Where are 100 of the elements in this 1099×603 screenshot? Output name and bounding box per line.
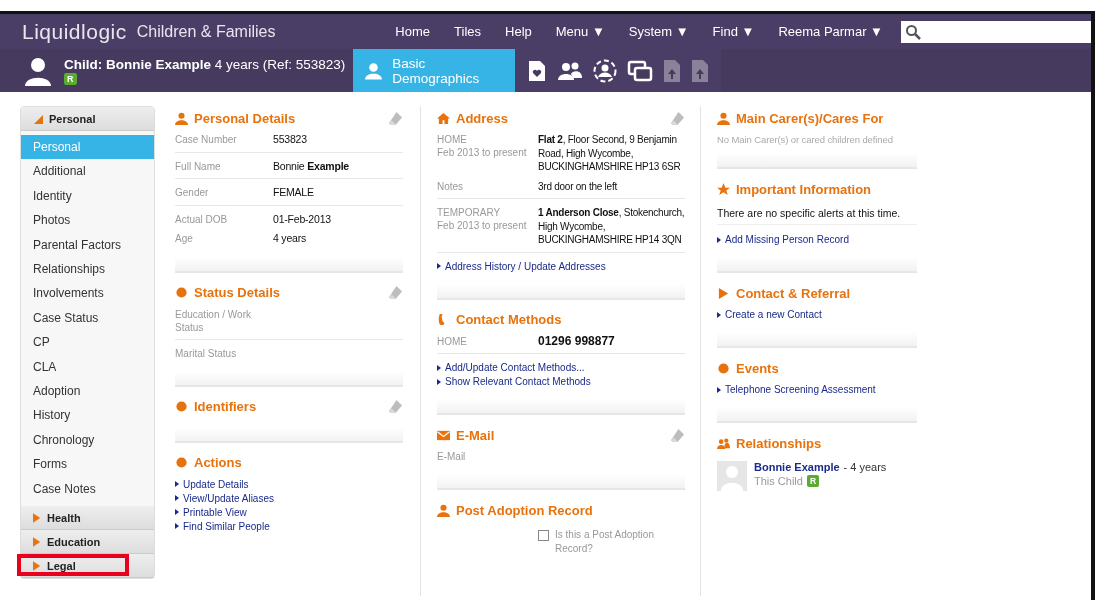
action-link[interactable]: Show Relevant Contact Methods xyxy=(437,376,685,387)
date-range: Feb 2013 to present xyxy=(437,146,528,159)
field-label: Case Number xyxy=(175,133,238,146)
field-label: Notes xyxy=(437,179,465,193)
sidebar-item[interactable]: Parental Factors xyxy=(21,232,154,258)
person-link[interactable]: Bonnie Example xyxy=(754,461,840,473)
action-link[interactable]: Add/Update Contact Methods... xyxy=(437,362,685,373)
alert-message: There are no specific alerts at this time. xyxy=(717,207,917,225)
section-title: Relationships xyxy=(736,435,822,451)
eraser-icon[interactable] xyxy=(670,427,685,443)
nav-link[interactable]: Home xyxy=(383,24,443,39)
date-range: Feb 2013 to present xyxy=(437,219,528,232)
field-label: Age xyxy=(175,232,194,245)
search-icon xyxy=(905,23,921,40)
action-link[interactable]: Printable View xyxy=(175,506,403,518)
envelope-icon xyxy=(437,428,450,442)
nav-link[interactable]: Find ▼ xyxy=(700,24,767,39)
nav-link[interactable]: Help xyxy=(493,24,544,39)
action-link[interactable]: Update Details xyxy=(175,478,403,490)
sidebar-item[interactable]: Forms xyxy=(21,452,154,477)
circle-icon xyxy=(175,286,188,299)
field-label: E-Mail xyxy=(437,450,467,463)
logo: Liquidlogic xyxy=(22,19,127,44)
people-icon[interactable] xyxy=(557,60,584,81)
section-title: Status Details xyxy=(194,285,280,300)
action-link[interactable]: Find Similar People xyxy=(175,520,403,532)
person-icon xyxy=(24,55,52,86)
sidebar-group-header[interactable]: Legal xyxy=(47,559,76,572)
sidebar-item[interactable]: Case Status xyxy=(21,305,154,331)
triangle-icon xyxy=(717,286,730,300)
document-heart-icon[interactable] xyxy=(527,59,548,82)
search-field[interactable] xyxy=(901,20,1091,43)
status-badge: R xyxy=(64,72,77,85)
field-value: 1 Anderson Close, Stokenchurch, High Wycombe, BUCKINGHAMSHIRE HP14 3QN xyxy=(538,206,685,247)
sidebar-item[interactable]: Additional xyxy=(21,159,154,184)
sidebar-item[interactable]: Identity xyxy=(21,183,154,209)
eraser-icon[interactable] xyxy=(388,399,403,414)
section-title: Contact & Referral xyxy=(736,285,851,301)
section-title: Contact Methods xyxy=(456,312,562,327)
sidebar-item[interactable]: Adoption xyxy=(21,379,154,404)
action-link[interactable]: Add Missing Person Record xyxy=(717,234,917,245)
field-label: HOME xyxy=(437,334,468,348)
field-value: Bonnie Example xyxy=(273,159,349,173)
checkbox[interactable] xyxy=(538,530,549,541)
person-role: This Child xyxy=(754,475,803,487)
sidebar-item[interactable]: Involvements xyxy=(21,281,154,306)
action-link[interactable]: Telephone Screening Assessment xyxy=(717,384,917,395)
field-value: 4 years xyxy=(273,232,307,246)
home-icon xyxy=(437,111,450,125)
person-icon xyxy=(437,503,450,517)
action-link[interactable]: Create a new Contact xyxy=(717,309,917,320)
nav-link[interactable]: Tiles xyxy=(442,24,493,39)
sidebar-item[interactable]: Case Notes xyxy=(21,476,154,502)
person-circle-icon[interactable] xyxy=(593,58,618,83)
sidebar-item[interactable]: History xyxy=(21,403,154,428)
section-title: Important Information xyxy=(736,181,872,197)
sidebar-item[interactable]: CP xyxy=(21,330,154,355)
windows-icon[interactable] xyxy=(627,59,654,82)
eraser-icon[interactable] xyxy=(670,110,685,126)
eraser-icon[interactable] xyxy=(388,285,403,300)
field-value: 01296 998877 xyxy=(538,334,615,348)
circle-icon xyxy=(175,400,188,413)
product-name: Children & Families xyxy=(136,22,276,41)
section-title: Main Carer(s)/Cares For xyxy=(736,110,884,126)
person-icon xyxy=(365,60,383,81)
section-title: Events xyxy=(736,360,779,376)
star-icon xyxy=(717,182,730,196)
field-label: HOME xyxy=(437,133,468,146)
people-icon xyxy=(717,436,730,450)
sidebar-group-header[interactable]: Health xyxy=(47,511,81,524)
field-value: Flat 2, Floor Second, 9 Benjamin Road, High Wycombe, BUCKINGHAMSHIRE HP13 6SR xyxy=(538,133,682,174)
sidebar-item[interactable]: CLA xyxy=(21,354,154,380)
field-label: Gender xyxy=(175,186,210,199)
field-label: Actual DOB xyxy=(175,212,229,226)
nav-link[interactable]: Reema Parmar ▼ xyxy=(766,24,895,39)
empty-note: No Main Carer(s) or cared children defined xyxy=(717,134,894,145)
action-link[interactable]: Address History / Update Addresses xyxy=(437,260,685,272)
circle-icon xyxy=(717,361,730,375)
person-age: - 4 years xyxy=(843,461,887,473)
field-label: Education / Work Status xyxy=(175,307,252,334)
field-value: 553823 xyxy=(273,133,307,147)
circle-icon xyxy=(175,456,188,469)
sidebar-group-header[interactable]: Personal xyxy=(49,112,96,125)
action-link[interactable]: View/Update Aliases xyxy=(175,492,403,504)
sidebar-item[interactable]: Chronology xyxy=(21,427,154,453)
section-title: Personal Details xyxy=(194,110,296,126)
field-label: TEMPORARY xyxy=(437,206,502,219)
nav-link[interactable]: System ▼ xyxy=(616,24,701,39)
eraser-icon[interactable] xyxy=(388,110,403,126)
child-title: Child: Bonnie Example 4 years (Ref: 553823) xyxy=(64,56,346,72)
person-icon xyxy=(717,111,730,125)
section-title: Address xyxy=(456,110,509,126)
sidebar-item[interactable]: Relationships xyxy=(21,257,154,282)
section-title: E-Mail xyxy=(456,427,495,443)
field-label: Marital Status xyxy=(175,346,238,360)
status-badge: R xyxy=(806,475,820,487)
checkbox-label: Is this a Post Adoption Record? xyxy=(555,528,655,556)
nav-link[interactable]: Menu ▼ xyxy=(543,24,617,39)
avatar-placeholder xyxy=(717,461,747,491)
sidebar-item[interactable]: Photos xyxy=(21,208,154,233)
